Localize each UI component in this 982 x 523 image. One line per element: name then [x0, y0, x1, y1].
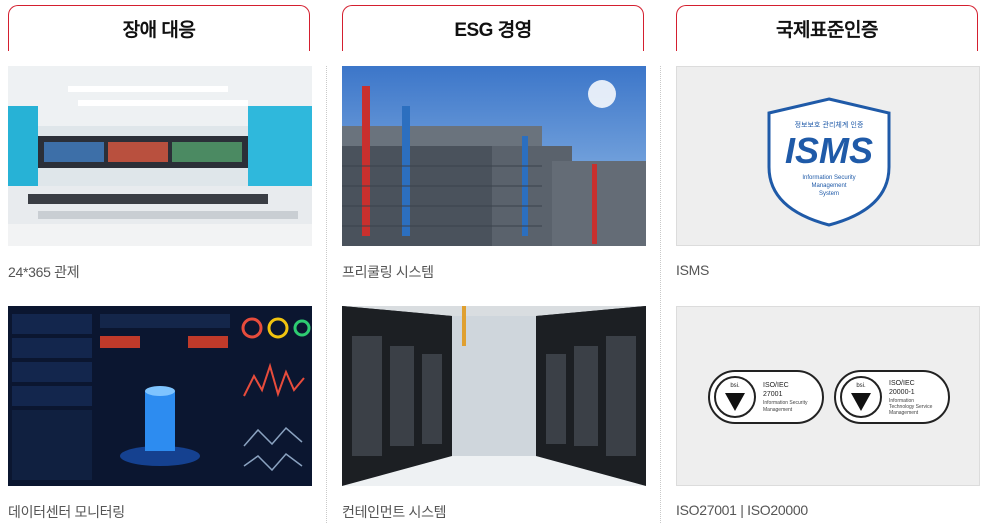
- tab-certification[interactable]: 국제표준인증: [676, 5, 978, 51]
- svg-text:ISO/IEC: ISO/IEC: [763, 382, 789, 389]
- caption-iso: ISO27001 | ISO20000: [676, 502, 808, 518]
- svg-text:Information Security: Information Security: [763, 400, 808, 406]
- svg-text:20000-1: 20000-1: [889, 389, 915, 396]
- caption-isms: ISMS: [676, 262, 710, 278]
- svg-text:Management: Management: [763, 407, 793, 413]
- column-esg: ESG 경영 프리쿨링 시스템 컨테인먼트 시스템: [342, 0, 646, 523]
- column-certification: 국제표준인증 정보보호 관리체계 인증 ISMS Information Sec…: [676, 0, 980, 523]
- svg-text:bsi.: bsi.: [730, 383, 740, 389]
- monitoring-dashboard-image[interactable]: [8, 306, 312, 486]
- svg-text:Information Security: Information Security: [802, 175, 855, 181]
- column-incident-response: 장애 대응 24*365 관제 데이터센터 모니터링: [8, 0, 312, 523]
- svg-text:bsi.: bsi.: [856, 383, 866, 389]
- caption-control: 24*365 관제: [8, 264, 80, 280]
- iso-logo-card[interactable]: bsi. ISO/IEC 27001 Information Security …: [676, 306, 980, 486]
- iso20000-badge: bsi. ISO/IEC 20000-1 Information Technol…: [834, 370, 950, 424]
- isms-logo-card[interactable]: 정보보호 관리체계 인증 ISMS Information Security M…: [676, 66, 980, 246]
- svg-text:ISO/IEC: ISO/IEC: [889, 380, 915, 387]
- svg-text:Management: Management: [811, 183, 846, 189]
- isms-logo: 정보보호 관리체계 인증 ISMS Information Security M…: [767, 97, 891, 227]
- column-divider: [660, 66, 661, 523]
- svg-text:27001: 27001: [763, 391, 783, 398]
- tab-incident-response[interactable]: 장애 대응: [8, 5, 310, 51]
- iso27001-badge: bsi. ISO/IEC 27001 Information Security …: [708, 370, 824, 424]
- svg-text:System: System: [819, 191, 839, 197]
- containment-image[interactable]: [342, 306, 646, 486]
- caption-containment: 컨테인먼트 시스템: [342, 504, 447, 520]
- iso-logos: bsi. ISO/IEC 27001 Information Security …: [708, 370, 950, 424]
- control-room-image[interactable]: [8, 66, 312, 246]
- svg-text:Management: Management: [889, 410, 919, 416]
- svg-text:ISMS: ISMS: [785, 130, 873, 171]
- tab-esg[interactable]: ESG 경영: [342, 5, 644, 51]
- free-cooling-image[interactable]: [342, 66, 646, 246]
- caption-monitoring: 데이터센터 모니터링: [8, 504, 125, 520]
- column-divider: [326, 66, 327, 523]
- caption-free-cooling: 프리쿨링 시스템: [342, 264, 434, 280]
- svg-text:정보보호 관리체계 인증: 정보보호 관리체계 인증: [795, 120, 864, 129]
